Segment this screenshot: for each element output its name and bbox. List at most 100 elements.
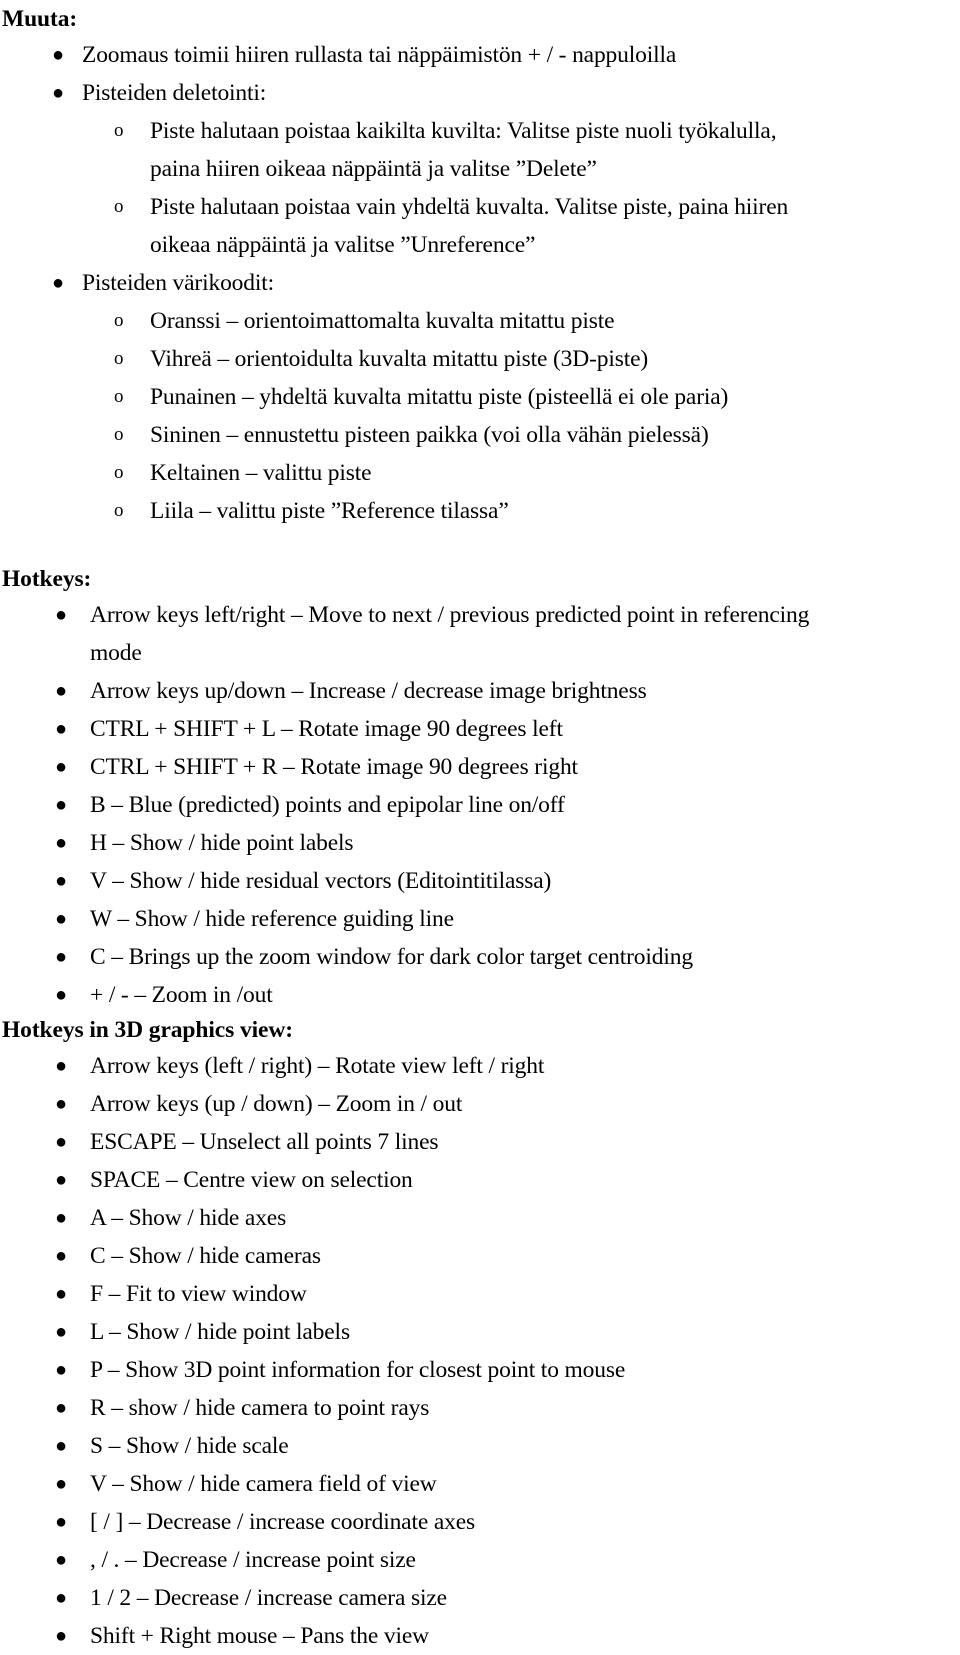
sub-bullet-item-line: oikeaa näppäintä ja valitse ”Unreference… bbox=[150, 232, 536, 258]
bullet-item-line: L – Show / hide point labels bbox=[90, 1319, 350, 1345]
bullet-item-line: mode bbox=[90, 640, 142, 666]
bullet-list: ● Zoomaus toimii hiiren rullasta tai näpp… bbox=[0, 36, 960, 530]
sub-bullet-item: o Liila – valittu piste ”Reference tilass… bbox=[0, 492, 960, 530]
bullet-item-line: Zoomaus toimii hiiren rullasta tai näppä… bbox=[82, 42, 677, 68]
bullet-disc-icon: ● bbox=[55, 1283, 67, 1305]
bullet-disc-icon: ● bbox=[55, 756, 67, 778]
sub-list-container: o Piste halutaan poistaa kaikilta kuvilta… bbox=[0, 112, 960, 264]
bullet-disc-icon: ● bbox=[55, 1397, 67, 1419]
sub-list-container: o Oranssi – orientoimattomalta kuvalta mi… bbox=[0, 302, 960, 530]
sub-bullet-ring-icon: o bbox=[114, 310, 124, 331]
bullet-item-line: F – Fit to view window bbox=[90, 1281, 307, 1307]
bullet-item: ● B – Blue (predicted) points and epipola… bbox=[0, 786, 960, 824]
bullet-item-line: P – Show 3D point information for closes… bbox=[90, 1357, 626, 1383]
section-heading: Muuta: bbox=[2, 6, 78, 32]
bullet-item: ● [ / ] – Decrease / increase coordinate … bbox=[0, 1503, 960, 1541]
bullet-disc-icon: ● bbox=[55, 870, 67, 892]
bullet-item: ● SPACE – Centre view on selection bbox=[0, 1161, 960, 1199]
bullet-disc-icon: ● bbox=[55, 1055, 67, 1077]
bullet-item-line: C – Show / hide cameras bbox=[90, 1243, 321, 1269]
bullet-item: ● Arrow keys up/down – Increase / decreas… bbox=[0, 672, 960, 710]
bullet-disc-icon: ● bbox=[52, 272, 64, 294]
bullet-item-line: R – show / hide camera to point rays bbox=[90, 1395, 430, 1421]
bullet-item-line: Arrow keys (left / right) – Rotate view … bbox=[90, 1053, 545, 1079]
sub-bullet-item-line: Liila – valittu piste ”Reference tilassa… bbox=[150, 498, 509, 524]
bullet-item: ● ESCAPE – Unselect all points 7 lines bbox=[0, 1123, 960, 1161]
bullet-disc-icon: ● bbox=[55, 1207, 67, 1229]
bullet-item: ● A – Show / hide axes bbox=[0, 1199, 960, 1237]
bullet-item-line: C – Brings up the zoom window for dark c… bbox=[90, 944, 693, 970]
bullet-item-line: CTRL + SHIFT + R – Rotate image 90 degre… bbox=[90, 754, 578, 780]
bullet-disc-icon: ● bbox=[55, 1511, 67, 1533]
sub-bullet-item: o Keltainen – valittu piste bbox=[0, 454, 960, 492]
bullet-disc-icon: ● bbox=[55, 604, 67, 626]
bullet-disc-icon: ● bbox=[55, 908, 67, 930]
sub-bullet-ring-icon: o bbox=[114, 386, 124, 407]
bullet-item: ● W – Show / hide reference guiding line bbox=[0, 900, 960, 938]
bullet-list: ● Arrow keys (left / right) – Rotate view… bbox=[0, 1047, 960, 1655]
sub-bullet-list: o Piste halutaan poistaa kaikilta kuvilta… bbox=[0, 112, 960, 264]
sub-bullet-item: o Piste halutaan poistaa vain yhdeltä kuv… bbox=[0, 188, 960, 264]
bullet-item-line: SPACE – Centre view on selection bbox=[90, 1167, 413, 1193]
bullet-item-line: Arrow keys (up / down) – Zoom in / out bbox=[90, 1091, 463, 1117]
bullet-disc-icon: ● bbox=[55, 1587, 67, 1609]
bullet-disc-icon: ● bbox=[55, 1321, 67, 1343]
bullet-item-line: [ / ] – Decrease / increase coordinate a… bbox=[90, 1509, 476, 1535]
sub-bullet-item: o Piste halutaan poistaa kaikilta kuvilta… bbox=[0, 112, 960, 188]
bullet-item: ● Zoomaus toimii hiiren rullasta tai näpp… bbox=[0, 36, 960, 74]
bullet-item: ● P – Show 3D point information for close… bbox=[0, 1351, 960, 1389]
sub-bullet-item-line: Keltainen – valittu piste bbox=[150, 460, 372, 486]
sub-bullet-item-line: Vihreä – orientoidulta kuvalta mitattu p… bbox=[150, 346, 649, 372]
bullet-item-line: Pisteiden deletointi: bbox=[82, 80, 267, 106]
bullet-disc-icon: ● bbox=[55, 1131, 67, 1153]
bullet-disc-icon: ● bbox=[55, 1169, 67, 1191]
sub-bullet-ring-icon: o bbox=[114, 500, 124, 521]
bullet-item-line: W – Show / hide reference guiding line bbox=[90, 906, 454, 932]
bullet-item: ● Shift + Right mouse – Pans the view bbox=[0, 1617, 960, 1655]
bullet-disc-icon: ● bbox=[52, 44, 64, 66]
bullet-disc-icon: ● bbox=[52, 82, 64, 104]
bullet-item-line: A – Show / hide axes bbox=[90, 1205, 287, 1231]
bullet-item: ● H – Show / hide point labels bbox=[0, 824, 960, 862]
bullet-item: ● V – Show / hide residual vectors (Edito… bbox=[0, 862, 960, 900]
sub-bullet-item: o Punainen – yhdeltä kuvalta mitattu pist… bbox=[0, 378, 960, 416]
document-body: Muuta: ● Zoomaus toimii hiiren rullasta ta… bbox=[0, 0, 960, 1655]
bullet-item: ● Pisteiden deletointi: bbox=[0, 74, 960, 112]
bullet-item: ● , / . – Decrease / increase point size bbox=[0, 1541, 960, 1579]
bullet-item-line: Arrow keys left/right – Move to next / p… bbox=[90, 602, 810, 628]
bullet-item: ● Arrow keys (left / right) – Rotate view… bbox=[0, 1047, 960, 1085]
bullet-disc-icon: ● bbox=[55, 1093, 67, 1115]
bullet-item-line: V – Show / hide camera field of view bbox=[90, 1471, 437, 1497]
bullet-item: ● F – Fit to view window bbox=[0, 1275, 960, 1313]
bullet-item-line: 1 / 2 – Decrease / increase camera size bbox=[90, 1585, 447, 1611]
sub-bullet-ring-icon: o bbox=[114, 120, 124, 141]
bullet-disc-icon: ● bbox=[55, 946, 67, 968]
bullet-item: ● C – Show / hide cameras bbox=[0, 1237, 960, 1275]
sub-bullet-ring-icon: o bbox=[114, 196, 124, 217]
sub-bullet-list: o Oranssi – orientoimattomalta kuvalta mi… bbox=[0, 302, 960, 530]
bullet-item-line: B – Blue (predicted) points and epipolar… bbox=[90, 792, 565, 818]
bullet-item-line: V – Show / hide residual vectors (Editoi… bbox=[90, 868, 552, 894]
sub-bullet-item-line: paina hiiren oikeaa näppäintä ja valitse… bbox=[150, 156, 597, 182]
bullet-disc-icon: ● bbox=[55, 1359, 67, 1381]
bullet-item-line: Arrow keys up/down – Increase / decrease… bbox=[90, 678, 647, 704]
bullet-disc-icon: ● bbox=[55, 1435, 67, 1457]
bullet-item: ● L – Show / hide point labels bbox=[0, 1313, 960, 1351]
sub-bullet-ring-icon: o bbox=[114, 424, 124, 445]
sub-bullet-ring-icon: o bbox=[114, 348, 124, 369]
bullet-item-line: + / - – Zoom in /out bbox=[90, 982, 273, 1008]
sub-bullet-item: o Vihreä – orientoidulta kuvalta mitattu … bbox=[0, 340, 960, 378]
bullet-item: ● R – show / hide camera to point rays bbox=[0, 1389, 960, 1427]
bullet-item: ● + / - – Zoom in /out bbox=[0, 976, 960, 1014]
section-heading: Hotkeys in 3D graphics view: bbox=[2, 1017, 293, 1043]
bullet-disc-icon: ● bbox=[55, 680, 67, 702]
bullet-item: ● 1 / 2 – Decrease / increase camera size bbox=[0, 1579, 960, 1617]
bullet-item: ● CTRL + SHIFT + L – Rotate image 90 degr… bbox=[0, 710, 960, 748]
bullet-item: ● Arrow keys (up / down) – Zoom in / out bbox=[0, 1085, 960, 1123]
bullet-disc-icon: ● bbox=[55, 1245, 67, 1267]
bullet-disc-icon: ● bbox=[55, 832, 67, 854]
bullet-disc-icon: ● bbox=[55, 794, 67, 816]
bullet-disc-icon: ● bbox=[55, 1625, 67, 1647]
bullet-item: ● S – Show / hide scale bbox=[0, 1427, 960, 1465]
